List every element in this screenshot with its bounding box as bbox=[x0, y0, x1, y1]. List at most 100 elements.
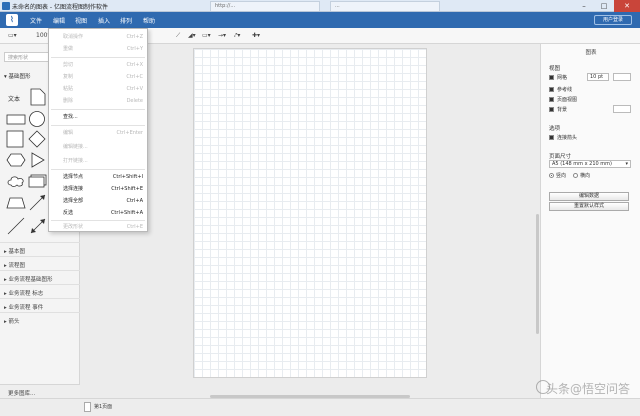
checkbox-icon bbox=[549, 107, 554, 112]
checkbox-icon bbox=[549, 135, 554, 140]
shape-trapezoid[interactable] bbox=[6, 196, 26, 210]
menu-item-delete[interactable]: 删除 Delete bbox=[49, 95, 147, 107]
menu-item-undo[interactable]: 取消操作 Ctrl+Z bbox=[49, 31, 147, 43]
shape-multi-document[interactable] bbox=[28, 174, 48, 188]
menu-item-select-all[interactable]: 选择全部 Ctrl+A bbox=[49, 195, 147, 207]
reset-style-button[interactable]: 重置默认样式 bbox=[549, 202, 629, 211]
grid-checkbox[interactable]: 网格 bbox=[549, 74, 567, 81]
shape-text[interactable]: 文本 bbox=[8, 94, 20, 103]
close-icon[interactable]: ✕ bbox=[614, 0, 640, 12]
shape-double-arrow[interactable] bbox=[28, 216, 48, 236]
options-section-label: 选项 bbox=[549, 126, 561, 132]
format-panel: 图表 视图 网格 10 pt 参考线 页面视图 背景 选项 连接箭头 页面尺寸 … bbox=[540, 44, 640, 398]
page-size-select[interactable]: A5 (148 mm x 210 mm) ▾ bbox=[549, 160, 631, 168]
minimize-icon[interactable]: – bbox=[574, 0, 594, 12]
browser-tab-2[interactable]: ... bbox=[330, 1, 440, 11]
menu-divider bbox=[51, 125, 145, 126]
maximize-icon[interactable]: □ bbox=[594, 0, 614, 12]
shape-document[interactable] bbox=[30, 88, 46, 106]
shape-circle[interactable] bbox=[28, 110, 46, 128]
category-row[interactable]: ▸ 业务流程 事件 bbox=[0, 298, 80, 312]
portrait-radio[interactable]: 竖向 bbox=[549, 172, 566, 179]
shape-rectangle[interactable] bbox=[6, 112, 26, 126]
browser-tab-1[interactable]: http://... bbox=[210, 1, 320, 11]
checkbox-icon bbox=[549, 87, 554, 92]
view-section-label: 视图 bbox=[549, 66, 561, 72]
app-logo: ⌇ bbox=[6, 14, 18, 26]
more-shapes-button[interactable]: 更多图库... bbox=[0, 384, 80, 398]
menu-edit[interactable]: 编辑 bbox=[53, 16, 65, 25]
menu-item-invert-selection[interactable]: 反选 Ctrl+Shift+A bbox=[49, 207, 147, 219]
fill-color-icon[interactable]: ◢▾ bbox=[188, 31, 196, 41]
menu-item-edit[interactable]: 编辑 Ctrl+Enter bbox=[49, 127, 147, 139]
page-view-checkbox[interactable]: 页面视图 bbox=[549, 96, 577, 103]
menu-file[interactable]: 文件 bbox=[30, 16, 42, 25]
menu-item-paste[interactable]: 粘贴 Ctrl+V bbox=[49, 83, 147, 95]
drawing-canvas[interactable] bbox=[80, 44, 540, 398]
category-row[interactable]: ▸ 箭头 bbox=[0, 312, 80, 326]
radio-icon bbox=[549, 173, 554, 178]
edit-data-button[interactable]: 编辑数据 bbox=[549, 192, 629, 201]
shape-diamond[interactable] bbox=[28, 130, 46, 148]
connection-arrows-checkbox[interactable]: 连接箭头 bbox=[549, 134, 577, 141]
menu-item-open-link[interactable]: 打开链接... bbox=[49, 155, 147, 167]
window-titlebar: 未命名的图表 - 亿图流程图制作软件 http://... ... – □ ✕ bbox=[0, 0, 640, 12]
page-tab[interactable]: 第1页面 bbox=[94, 403, 112, 410]
menu-item-find[interactable]: 查找... bbox=[49, 111, 147, 123]
shape-line[interactable] bbox=[6, 216, 26, 236]
insert-plus-icon[interactable]: ✚▾ bbox=[252, 31, 260, 41]
guides-checkbox[interactable]: 参考线 bbox=[549, 86, 572, 93]
shape-cloud[interactable] bbox=[6, 174, 26, 188]
line-color-icon[interactable]: ⟋ bbox=[176, 31, 180, 41]
user-login-button[interactable]: 用户登录 bbox=[594, 15, 632, 25]
panel-title: 图表 bbox=[585, 50, 597, 56]
window-title: 未命名的图表 - 亿图流程图制作软件 bbox=[12, 4, 108, 11]
watermark-text: 头条@悟空问答 bbox=[545, 382, 630, 396]
menu-help[interactable]: 帮助 bbox=[143, 16, 155, 25]
shape-arrow-line[interactable] bbox=[28, 192, 48, 212]
checkbox-icon bbox=[549, 97, 554, 102]
page-size-section-label: 页面尺寸 bbox=[549, 154, 572, 160]
page-view-icon[interactable]: ▭▾ bbox=[8, 31, 17, 41]
menu-insert[interactable]: 插入 bbox=[98, 16, 110, 25]
shape-hexagon[interactable] bbox=[6, 152, 26, 168]
category-row[interactable]: ▸ 基本图 bbox=[0, 242, 80, 256]
grid-size-input[interactable]: 10 pt bbox=[587, 73, 609, 81]
category-row[interactable]: ▸ 流程图 bbox=[0, 256, 80, 270]
category-basic-shapes[interactable]: ▾ 基础图形 bbox=[4, 72, 31, 80]
page-paper[interactable] bbox=[193, 48, 427, 378]
menu-item-redo[interactable]: 重做 Ctrl+Y bbox=[49, 43, 147, 55]
menu-divider bbox=[51, 109, 145, 110]
category-row[interactable]: ▸ 业务流程 标志 bbox=[0, 284, 80, 298]
status-bar: 第1页面 bbox=[0, 398, 640, 416]
menu-item-select-nodes[interactable]: 选择节点 Ctrl+Shift+I bbox=[49, 171, 147, 183]
shape-triangle[interactable] bbox=[30, 152, 46, 168]
menu-item-select-edges[interactable]: 选择连接 Ctrl+Shift+E bbox=[49, 183, 147, 195]
category-row[interactable]: ▸ 业务流程基础图形 bbox=[0, 270, 80, 284]
shape-square[interactable] bbox=[6, 130, 24, 148]
menu-divider bbox=[51, 57, 145, 58]
menu-item-change-shape[interactable]: 更改形状 Ctrl+E bbox=[49, 221, 147, 233]
landscape-radio[interactable]: 横向 bbox=[573, 172, 590, 179]
radio-icon bbox=[573, 173, 578, 178]
background-color-swatch[interactable] bbox=[613, 105, 631, 113]
menu-view[interactable]: 视图 bbox=[75, 16, 87, 25]
page-menu-button[interactable] bbox=[84, 402, 91, 412]
window-controls: – □ ✕ bbox=[574, 0, 640, 12]
checkbox-icon bbox=[549, 75, 554, 80]
app-icon bbox=[2, 2, 10, 10]
vertical-scrollbar[interactable] bbox=[536, 214, 539, 334]
grid-color-swatch[interactable] bbox=[613, 73, 631, 81]
connector-style-icon[interactable]: →▾ bbox=[218, 31, 226, 41]
menu-item-cut[interactable]: 剪切 Ctrl+X bbox=[49, 59, 147, 71]
background-checkbox[interactable]: 背景 bbox=[549, 106, 567, 113]
menu-arrange[interactable]: 排列 bbox=[120, 16, 132, 25]
menu-item-copy[interactable]: 复制 Ctrl+C bbox=[49, 71, 147, 83]
chevron-down-icon: ▾ bbox=[625, 161, 628, 167]
shape-style-icon[interactable]: ▭▾ bbox=[202, 31, 211, 41]
menu-item-edit-link[interactable]: 编辑链接... bbox=[49, 141, 147, 153]
menu-bar: ⌇ 文件 编辑 视图 插入 排列 帮助 用户登录 bbox=[0, 12, 640, 28]
edit-dropdown-menu: 取消操作 Ctrl+Z 重做 Ctrl+Y 剪切 Ctrl+X 复制 Ctrl+C 粘贴… bbox=[48, 28, 148, 232]
waypoint-icon[interactable]: ⤤▾ bbox=[234, 31, 240, 41]
menu-divider bbox=[51, 169, 145, 170]
